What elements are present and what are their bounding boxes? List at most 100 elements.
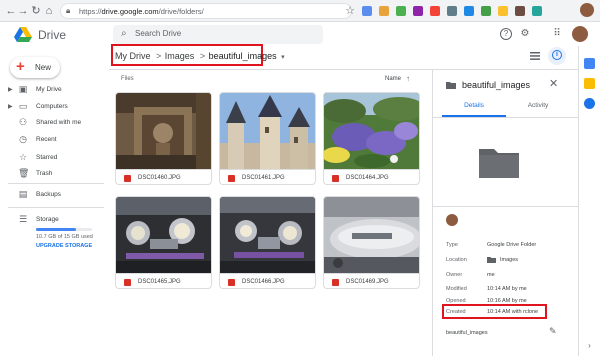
tab-details[interactable]: Details — [442, 102, 506, 116]
browser-extension-icon[interactable] — [464, 6, 474, 16]
search-input[interactable]: ⌕ Search Drive — [113, 25, 323, 44]
expand-arrow-icon[interactable]: ▶ — [8, 103, 13, 110]
image-file-icon — [124, 279, 131, 286]
forward-arrow-icon[interactable]: → — [16, 4, 30, 18]
profile-avatar[interactable] — [580, 3, 594, 17]
file-card[interactable]: DSC01466.JPG — [219, 196, 316, 289]
plus-icon: + — [16, 58, 25, 75]
file-card[interactable]: DSC01465.JPG — [115, 196, 212, 289]
sidebar-item-shared-with-me[interactable]: ⚇ Shared with me — [0, 117, 105, 131]
tab-activity[interactable]: Activity — [506, 102, 570, 116]
sidebar-item-storage[interactable]: ☰ Storage — [0, 214, 105, 228]
sidebar-item-label: Storage — [36, 216, 59, 223]
sort-by-name[interactable]: Name — [385, 76, 401, 82]
expand-arrow-icon[interactable]: ▶ — [8, 86, 13, 93]
sidebar-item-label: Shared with me — [36, 119, 82, 126]
file-card[interactable]: DSC01469.JPG — [323, 196, 420, 289]
sidebar-item-label: My Drive — [36, 86, 62, 93]
keep-icon[interactable] — [584, 78, 595, 89]
image-thumbnail — [324, 197, 419, 273]
file-card-footer: DSC01466.JPG — [220, 273, 315, 288]
close-icon[interactable]: ✕ — [549, 77, 558, 90]
settings-icon[interactable]: ⚙ — [519, 28, 531, 40]
view-details-button[interactable]: i — [548, 47, 566, 65]
new-button[interactable]: + New — [10, 57, 60, 78]
storage-bar-fill — [36, 228, 76, 231]
sort-arrow-up-icon[interactable]: ↑ — [406, 74, 410, 83]
sidebar-item-my-drive[interactable]: ▶ ▣ My Drive — [0, 84, 105, 98]
drive-header: Drive ⌕ Search Drive ? ⚙ ⠿ — [0, 22, 600, 46]
tasks-icon[interactable] — [584, 98, 595, 109]
details-title: beautiful_images — [462, 80, 531, 90]
file-card-footer: DSC01464.JPG — [324, 169, 419, 184]
sidebar-item-recent[interactable]: ◷ Recent — [0, 134, 105, 148]
files-section-label: Files — [121, 76, 134, 82]
sidebar-item-label: Backups — [36, 191, 61, 198]
home-icon[interactable]: ⌂ — [42, 4, 56, 18]
sidebar-item-computers[interactable]: ▶ ▭ Computers — [0, 101, 105, 115]
trash-icon: 🗑 — [18, 168, 30, 178]
list-view-icon[interactable] — [530, 52, 540, 60]
breadcrumb-images[interactable]: Images — [165, 51, 195, 61]
breadcrumb-current-folder[interactable]: beautiful_images — [209, 51, 277, 61]
drive-logo-icon[interactable] — [14, 27, 32, 42]
file-name: DSC01469.JPG — [346, 279, 389, 285]
breadcrumb-my-drive[interactable]: My Drive — [115, 51, 151, 61]
browser-extension-icon[interactable] — [362, 6, 372, 16]
search-icon[interactable]: ⌕ — [121, 28, 127, 39]
folder-icon — [446, 82, 456, 89]
apps-grid-icon[interactable]: ⠿ — [551, 28, 563, 40]
sidebar-item-label: Computers — [36, 103, 68, 110]
detail-key-modified: Modified — [446, 286, 467, 292]
folder-preview-icon — [479, 149, 519, 178]
image-file-icon — [332, 175, 339, 182]
browser-extension-icon[interactable] — [379, 6, 389, 16]
file-name: DSC01466.JPG — [242, 279, 285, 285]
chevron-down-icon[interactable]: ▾ — [281, 53, 285, 61]
sidebar-item-backups[interactable]: ▤ Backups — [0, 189, 105, 203]
file-card[interactable]: DSC01460.JPG — [115, 92, 212, 185]
folder-description[interactable]: beautiful_images — [446, 330, 488, 336]
file-name: DSC01460.JPG — [138, 175, 181, 181]
star-icon: ☆ — [18, 152, 28, 162]
help-icon[interactable]: ? — [500, 28, 512, 40]
detail-value-owner: me — [487, 272, 495, 278]
reload-icon[interactable]: ↻ — [29, 4, 43, 18]
detail-key-location: Location — [446, 257, 467, 263]
file-card[interactable]: DSC01461.JPG — [219, 92, 316, 185]
edit-pencil-icon[interactable]: ✎ — [549, 326, 557, 337]
browser-extension-icon[interactable] — [447, 6, 457, 16]
browser-extension-icon[interactable] — [430, 6, 440, 16]
lock-icon: 🔒︎ — [66, 6, 71, 15]
sidebar-item-trash[interactable]: 🗑 Trash — [0, 168, 105, 182]
address-bar[interactable]: 🔒︎ https://drive.google.com/drive/folder… — [60, 3, 352, 19]
image-file-icon — [124, 175, 131, 182]
browser-extension-icon[interactable] — [396, 6, 406, 16]
image-thumbnail — [116, 93, 211, 169]
collapse-chevron-icon[interactable]: › — [584, 340, 595, 351]
sidebar-item-starred[interactable]: ☆ Starred — [0, 152, 105, 166]
detail-value-modified: 10:14 AM by me — [487, 286, 527, 292]
owner-avatar — [446, 214, 458, 226]
detail-value-type: Google Drive Folder — [487, 242, 537, 248]
image-thumbnail — [220, 93, 315, 169]
file-name: DSC01465.JPG — [138, 279, 181, 285]
file-name: DSC01464.JPG — [346, 175, 389, 181]
detail-value-location[interactable]: Images — [500, 257, 518, 263]
browser-extension-icon[interactable] — [515, 6, 525, 16]
browser-extension-icon[interactable] — [481, 6, 491, 16]
calendar-icon[interactable] — [584, 58, 595, 69]
upgrade-storage-link[interactable]: UPGRADE STORAGE — [36, 243, 92, 249]
drive-brand: Drive — [38, 28, 67, 42]
sidebar-item-label: Recent — [36, 136, 57, 143]
file-card[interactable]: DSC01464.JPG — [323, 92, 420, 185]
browser-extension-icon[interactable] — [413, 6, 423, 16]
file-name: DSC01461.JPG — [242, 175, 285, 181]
bookmark-star-icon[interactable]: ☆ — [343, 4, 357, 18]
browser-toolbar: ← → ↻ ⌂ 🔒︎ https://drive.google.com/driv… — [0, 0, 600, 22]
account-avatar[interactable] — [572, 26, 588, 42]
details-divider — [433, 206, 579, 207]
browser-extension-icon[interactable] — [498, 6, 508, 16]
tabs-divider — [433, 117, 579, 118]
browser-extension-icon[interactable] — [532, 6, 542, 16]
